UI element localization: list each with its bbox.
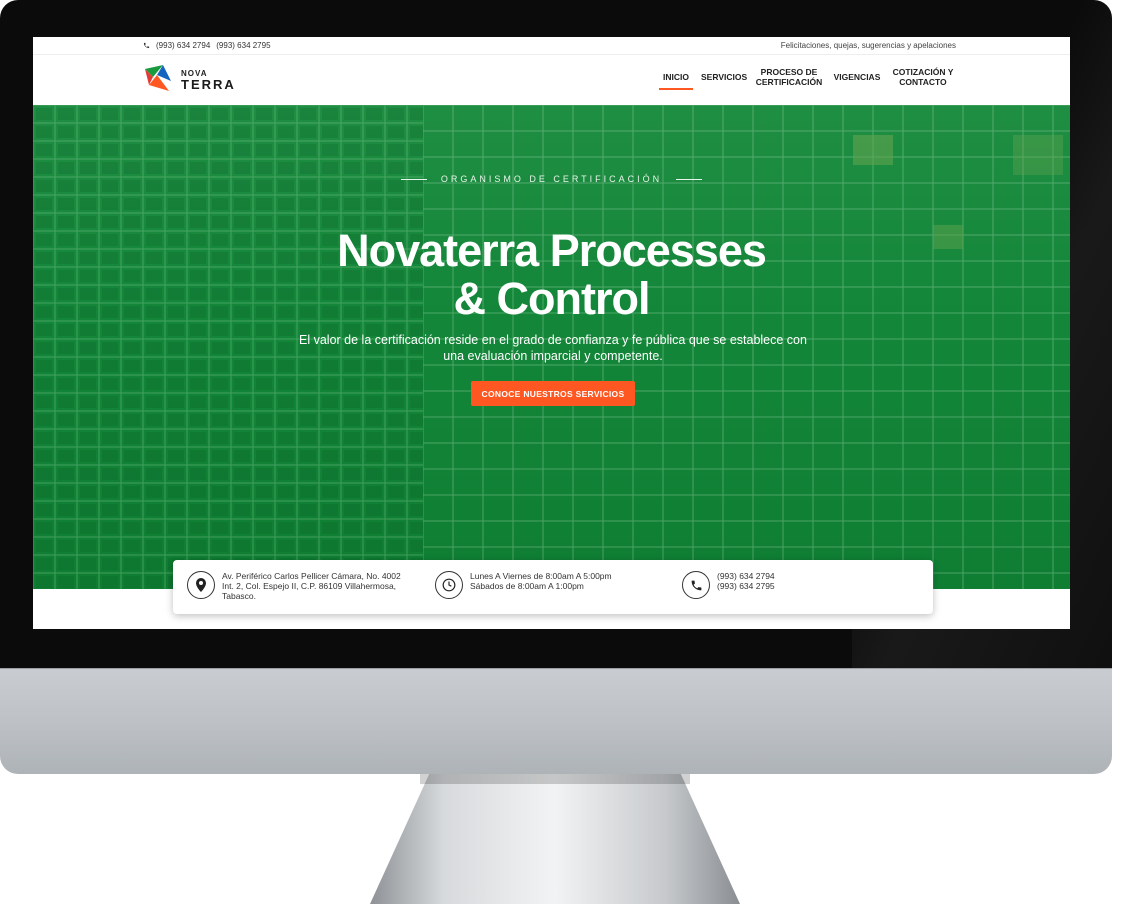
address-line-2: Int. 2, Col. Espejo II, C.P. 86109 Villa… — [222, 581, 397, 591]
clock-icon — [435, 571, 463, 599]
hours-weekday: Lunes A Viernes de 8:00am A 5:00pm — [470, 571, 612, 581]
hero-title-line-1: Novaterra Processes — [337, 225, 767, 276]
tagline-left-line — [401, 179, 428, 181]
address-block: Av. Periférico Carlos Pellicer Cámara, N… — [187, 571, 401, 601]
services-cta-button[interactable]: CONOCE NUESTROS SERVICIOS — [471, 381, 635, 406]
hours-block: Lunes A Viernes de 8:00am A 5:00pm Sábad… — [435, 571, 612, 599]
primary-nav: INICIO SERVICIOS PROCESO DE CERTIFICACIÓ… — [656, 67, 960, 90]
top-phone-2[interactable]: (993) 634 2795 — [216, 41, 270, 50]
hero-title-line-2: & Control — [453, 273, 651, 324]
monitor-stand — [370, 774, 740, 904]
monitor-chin — [0, 668, 1112, 774]
tagline-text: ORGANISMO DE CERTIFICACIÓN — [440, 174, 663, 184]
site-logo[interactable]: NOVA TERRA — [143, 61, 243, 99]
top-phones: (993) 634 2794 (993) 634 2795 — [143, 41, 271, 50]
website-screen: (993) 634 2794 (993) 634 2795 Felicitaci… — [33, 37, 1070, 629]
feedback-link[interactable]: Felicitaciones, quejas, sugerencias y ap… — [781, 41, 956, 50]
phones-block: (993) 634 2794 (993) 634 2795 — [682, 571, 775, 599]
nav-cotizacion-contacto[interactable]: COTIZACIÓN Y CONTACTO — [886, 67, 960, 87]
phone-icon — [682, 571, 710, 599]
main-navbar: NOVA TERRA INICIO SERVICIOS PROCESO DE C… — [33, 55, 1070, 105]
hero-section: ORGANISMO DE CERTIFICACIÓN Novaterra Pro… — [33, 105, 1070, 589]
tagline-right-line — [675, 179, 702, 181]
logo-bottom-text: TERRA — [181, 76, 236, 92]
map-pin-icon — [187, 571, 215, 599]
top-info-bar: (993) 634 2794 (993) 634 2795 Felicitaci… — [33, 37, 1070, 55]
stand-shadow — [420, 774, 690, 784]
nav-servicios[interactable]: SERVICIOS — [696, 72, 750, 82]
hero-tagline: ORGANISMO DE CERTIFICACIÓN — [33, 174, 1070, 184]
nav-inicio[interactable]: INICIO — [656, 72, 696, 90]
phone-icon — [143, 42, 150, 49]
top-phone-1[interactable]: (993) 634 2794 — [156, 41, 210, 50]
logo-mark-icon — [145, 65, 171, 91]
address-line-3: Tabasco. — [222, 591, 257, 601]
address-line-1: Av. Periférico Carlos Pellicer Cámara, N… — [222, 571, 401, 581]
nav-proceso-certificacion[interactable]: PROCESO DE CERTIFICACIÓN — [750, 67, 828, 87]
hours-saturday: Sábados de 8:00am A 1:00pm — [470, 581, 584, 591]
hero-subtitle: El valor de la certificación reside en e… — [299, 333, 807, 363]
nav-vigencias[interactable]: VIGENCIAS — [828, 72, 886, 82]
contact-info-bar: Av. Periférico Carlos Pellicer Cámara, N… — [173, 560, 933, 614]
contact-phone-1[interactable]: (993) 634 2794 — [717, 571, 775, 581]
hero-title: Novaterra Processes & Control — [33, 227, 1070, 323]
contact-phone-2[interactable]: (993) 634 2795 — [717, 581, 775, 591]
